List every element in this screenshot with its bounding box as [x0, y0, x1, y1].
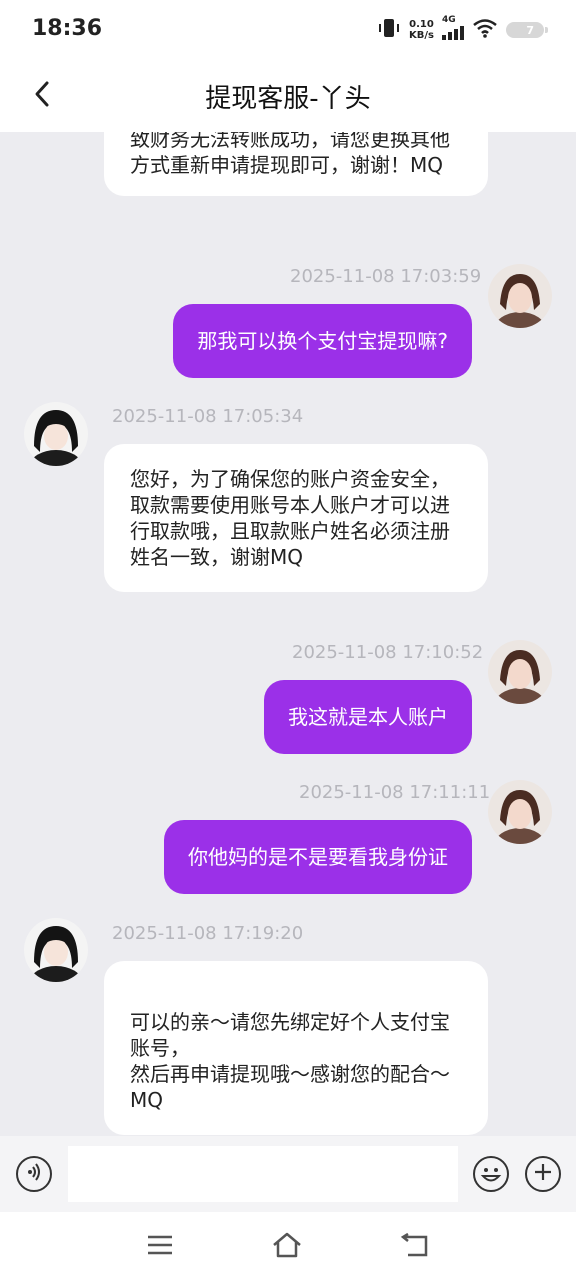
menu-nav-button[interactable] — [145, 1232, 175, 1262]
page-title: 提现客服-丫头 — [205, 84, 371, 114]
message-timestamp: 2025-11-08 17:19:20 — [112, 923, 304, 944]
net-speed-unit: KB/s — [409, 30, 434, 41]
user-avatar[interactable] — [488, 264, 552, 328]
user-avatar[interactable] — [488, 780, 552, 844]
user-message-bubble: 那我可以换个支付宝提现嘛? — [173, 304, 472, 378]
vibrate-icon — [377, 17, 401, 43]
message-text: 你他妈的是不是要看我身份证 — [188, 845, 448, 869]
title-bar: 提现客服-丫头 — [0, 60, 576, 132]
signal-bars-icon — [442, 25, 464, 44]
status-icons: 0.10 KB/s 4G 7 — [377, 16, 548, 44]
chat-area[interactable]: 致财务无法转账成功，请您更换其他方式重新申请提现即可，谢谢！MQ 2025-11… — [0, 132, 576, 1136]
message-timestamp: 2025-11-08 17:03:59 — [290, 266, 482, 287]
emoji-icon — [475, 1168, 507, 1194]
message-text: 那我可以换个支付宝提现嘛? — [197, 329, 448, 353]
message-input[interactable] — [68, 1146, 458, 1202]
menu-icon — [146, 1234, 174, 1260]
status-time: 18:36 — [32, 16, 103, 41]
agent-message-bubble: 致财务无法转账成功，请您更换其他方式重新申请提现即可，谢谢！MQ — [104, 132, 488, 196]
net-speed: 0.10 KB/s — [409, 19, 434, 41]
message-text: 我这就是本人账户 — [288, 705, 448, 729]
cell-signal: 4G — [442, 16, 464, 44]
return-icon — [400, 1232, 430, 1261]
system-nav-bar — [0, 1212, 576, 1280]
net-speed-value: 0.10 — [409, 19, 434, 30]
user-message-bubble: 你他妈的是不是要看我身份证 — [164, 820, 472, 894]
agent-avatar[interactable] — [24, 918, 88, 982]
plus-button[interactable] — [525, 1156, 561, 1192]
input-bar — [0, 1136, 576, 1212]
voice-icon — [24, 1162, 44, 1186]
emoji-button[interactable] — [473, 1156, 509, 1192]
plus-icon — [533, 1162, 553, 1186]
agent-avatar[interactable] — [24, 402, 88, 466]
status-bar: 18:36 0.10 KB/s 4G 7 — [0, 0, 576, 60]
message-text: 您好，为了确保您的账户资金安全，取款需要使用账号本人账户才可以进行取款哦，且取款… — [130, 467, 450, 569]
network-type: 4G — [442, 15, 456, 25]
message-timestamp: 2025-11-08 17:10:52 — [292, 642, 484, 663]
message-timestamp: 2025-11-08 17:05:34 — [112, 406, 304, 427]
back-nav-button[interactable] — [400, 1232, 430, 1262]
agent-message-bubble: 您好，为了确保您的账户资金安全，取款需要使用账号本人账户才可以进行取款哦，且取款… — [104, 444, 488, 592]
wifi-icon — [472, 18, 498, 42]
agent-message-bubble: 可以的亲～请您先绑定好个人支付宝账号， 然后再申请提现哦～感谢您的配合～MQ — [104, 961, 488, 1135]
voice-button[interactable] — [16, 1156, 52, 1192]
home-icon — [272, 1232, 302, 1262]
battery-level: 7 — [526, 23, 534, 37]
home-nav-button[interactable] — [272, 1232, 302, 1262]
message-timestamp: 2025-11-08 17:11:11 — [299, 782, 491, 803]
message-text: 致财务无法转账成功，请您更换其他方式重新申请提现即可，谢谢！MQ — [130, 132, 450, 177]
user-message-bubble: 我这就是本人账户 — [264, 680, 472, 754]
user-avatar[interactable] — [488, 640, 552, 704]
battery-indicator: 7 — [506, 22, 548, 38]
message-text: 可以的亲～请您先绑定好个人支付宝账号， 然后再申请提现哦～感谢您的配合～MQ — [130, 1010, 450, 1112]
